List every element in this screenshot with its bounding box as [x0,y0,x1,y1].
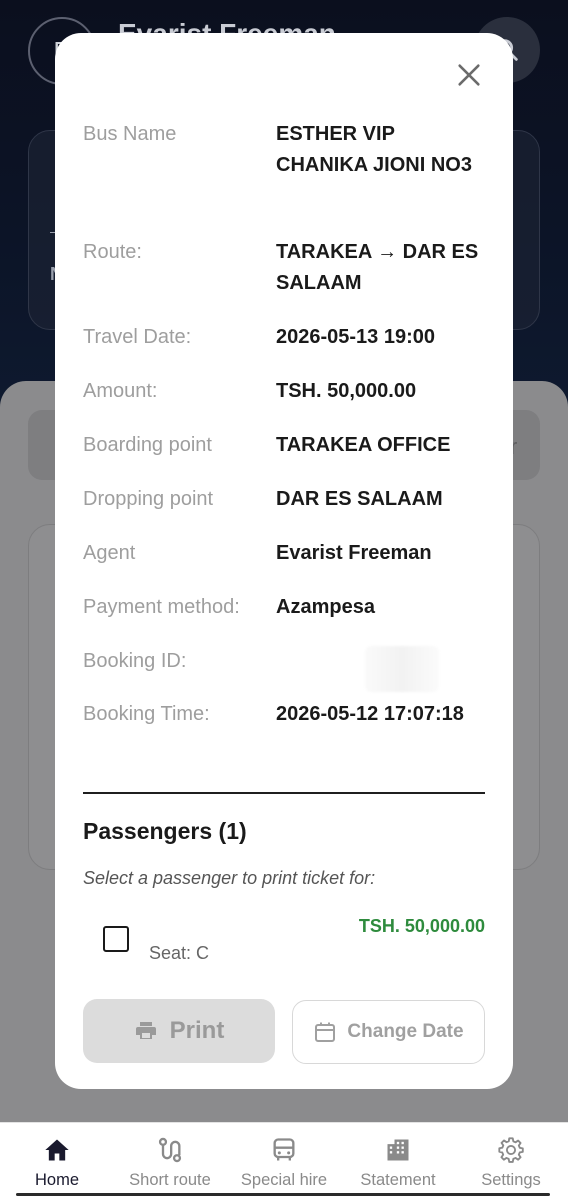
close-button[interactable] [455,61,483,89]
detail-label: Amount: [83,380,158,402]
detail-label: Booking ID: [83,650,187,672]
detail-label: Route: [83,241,142,263]
nav-label: Short route [129,1171,211,1189]
nav-item-short-route[interactable]: Short route [113,1123,227,1199]
detail-value: 2026-05-13 19:00 [276,326,436,348]
passenger-seat: Seat: C [149,943,210,963]
detail-value: 2026-05-12 17:07:18 [276,703,464,725]
building-icon [387,1139,409,1161]
home-indicator [16,1193,550,1196]
detail-label: Agent [83,542,136,564]
passengers-title: Passengers (1) [83,818,247,844]
detail-value: TSH. 50,000.00 [276,380,417,402]
detail-value: Azampesa [276,596,375,618]
bus-icon [273,1138,295,1161]
bottom-navigation: Home Short route Special hire Statement … [0,1122,568,1199]
change-date-button[interactable]: Change Date [292,1000,485,1064]
nav-item-settings[interactable]: Settings [454,1123,568,1199]
print-button-label: Print [169,1017,225,1044]
detail-label: Travel Date: [83,326,192,348]
home-icon [45,1139,69,1161]
nav-label: Special hire [240,1171,328,1189]
booking-details-modal: Bus Name ESTHER VIP CHANIKA JIONI NO3 Ro… [55,33,513,1089]
detail-label: Payment method: [83,596,240,618]
nav-label: Statement [360,1171,436,1189]
close-icon [458,64,480,86]
detail-value: DAR ES SALAAM [276,488,443,510]
detail-label: Bus Name [83,123,177,145]
detail-value: TARAKEA OFFICE [276,434,451,456]
passengers-subtitle: Select a passenger to print ticket for: [83,868,376,888]
section-divider [83,792,485,794]
nav-label: Home [34,1171,79,1189]
nav-item-special-hire[interactable]: Special hire [227,1123,341,1199]
nav-item-statement[interactable]: Statement [341,1123,455,1199]
print-button[interactable]: Print [83,999,275,1063]
detail-value: Evarist Freeman [276,542,432,564]
detail-value: ESTHER VIP CHANIKA JIONI NO3 [276,123,472,176]
printer-icon [135,1022,156,1039]
detail-label: Booking Time: [83,703,210,725]
passenger-amount: TSH. 50,000.00 [358,916,485,936]
passenger-checkbox[interactable] [103,926,129,952]
nav-item-home[interactable]: Home [0,1123,114,1199]
booking-id-redaction [365,646,439,692]
nav-label: Settings [481,1171,541,1189]
detail-label: Boarding point [83,434,212,456]
gear-icon [498,1137,524,1163]
calendar-icon [315,1022,336,1042]
change-date-button-label: Change Date [347,1021,464,1042]
detail-value: TARAKEA → DAR ES SALAAM [276,241,479,294]
detail-label: Dropping point [83,488,214,510]
route-icon [158,1137,182,1163]
